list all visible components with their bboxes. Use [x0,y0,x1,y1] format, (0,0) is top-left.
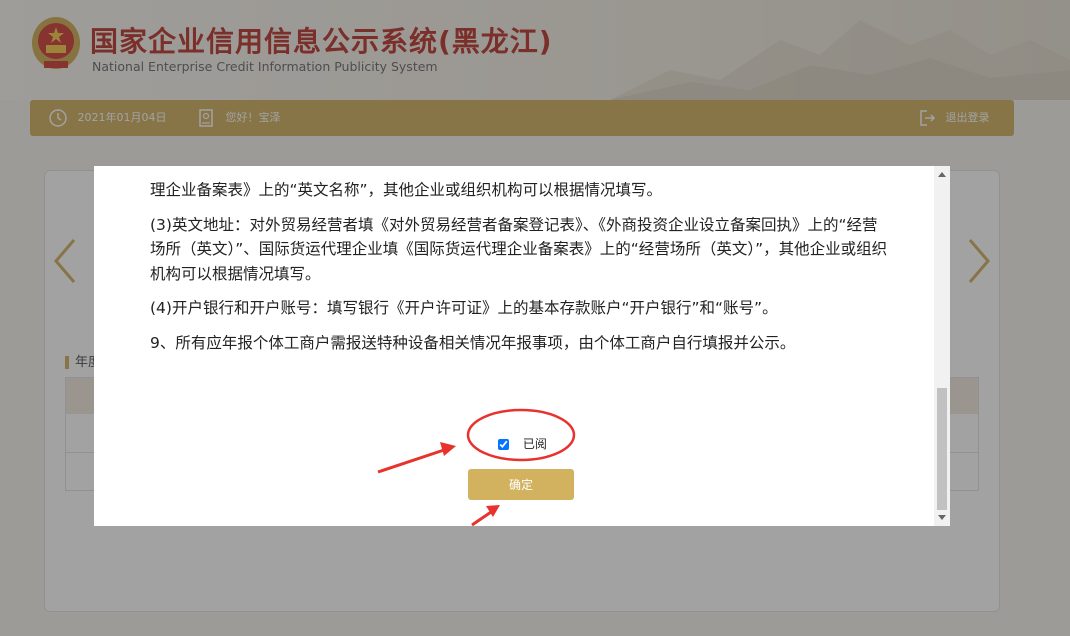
paragraph-bank-account: (4)开户银行和开户账号：填写银行《开户许可证》上的基本存款账户“开户银行”和“… [150,299,778,317]
paragraph-english-name: 理企业备案表》上的“英文名称”，其他企业或组织机构可以根据情况填写。 [150,181,663,199]
read-checkbox-label: 已阅 [522,437,547,451]
scroll-thumb[interactable] [937,388,947,510]
read-confirm-row[interactable]: 已阅 [498,434,547,454]
paragraph-english-address: (3)英文地址：对外贸易经营者填《对外贸易经营者备案登记表》、《外商投资企业设立… [150,215,888,283]
modal-scrollbar[interactable] [934,166,950,526]
clipped-line [150,153,890,165]
confirm-button[interactable]: 确定 [468,469,574,500]
scroll-up-arrow[interactable] [938,172,946,177]
notice-text: 理企业备案表》上的“英文名称”，其他企业或组织机构可以根据情况填写。 (3)英文… [150,166,890,365]
scroll-down-arrow[interactable] [938,515,946,520]
read-checkbox[interactable] [498,439,509,450]
notice-modal: 理企业备案表》上的“英文名称”，其他企业或组织机构可以根据情况填写。 (3)英文… [94,166,950,526]
paragraph-special-equipment: 9、所有应年报个体工商户需报送特种设备相关情况年报事项，由个体工商户自行填报并公… [150,333,796,352]
